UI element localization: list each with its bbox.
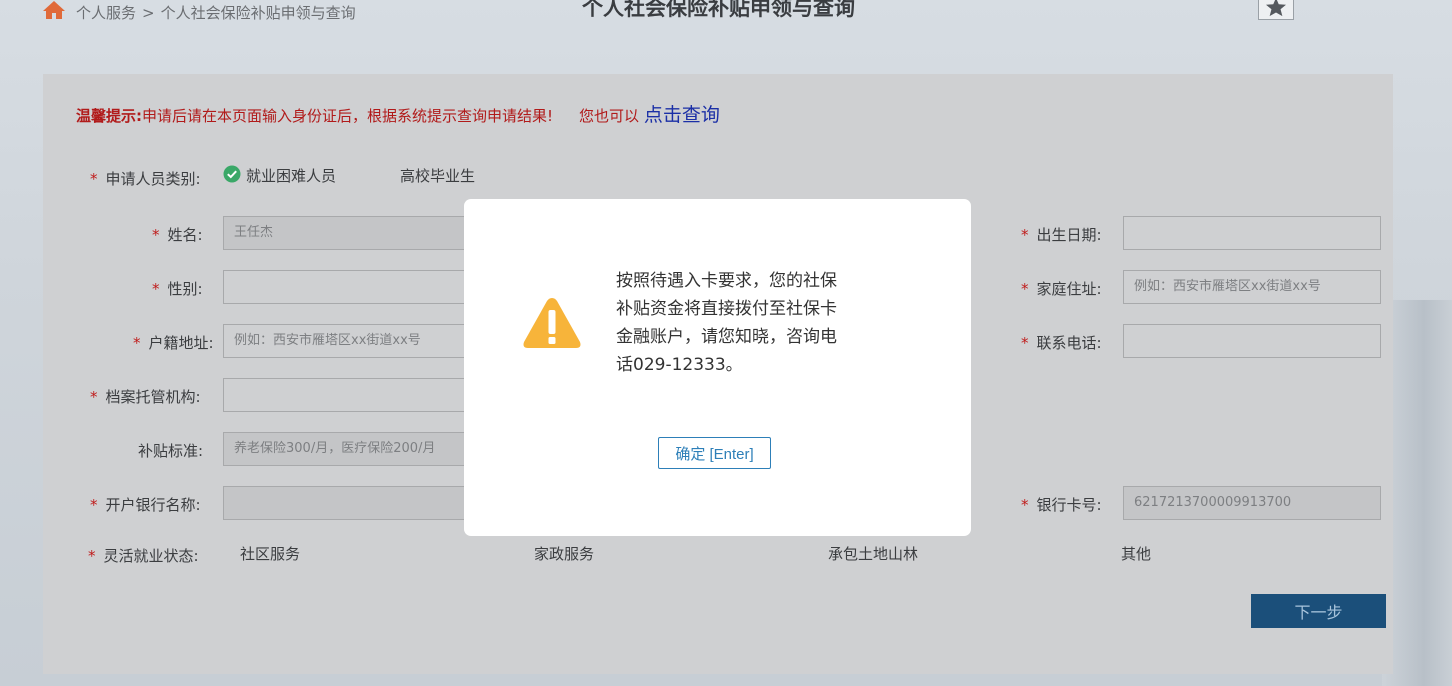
home-address-input[interactable]: 例如：西安市雁塔区xx街道xx号 <box>1123 270 1381 304</box>
applicant-type-option-difficult[interactable]: 就业困难人员 <box>246 165 336 186</box>
breadcrumb: 个人服务 > 个人社会保险补贴申领与查询 <box>76 2 356 23</box>
gender-label: * 性别: <box>152 280 203 298</box>
home-address-label: * 家庭住址: <box>1021 280 1102 298</box>
household-address-label: * 户籍地址: <box>133 334 214 352</box>
page-title: 个人社会保险补贴申领与查询 <box>582 0 855 20</box>
breadcrumb-current: 个人社会保险补贴申领与查询 <box>160 4 356 22</box>
confirm-button[interactable]: 确定 [Enter] <box>658 437 771 469</box>
employment-option-community[interactable]: 社区服务 <box>240 543 300 564</box>
gender-select[interactable] <box>223 270 468 304</box>
subsidy-label: 补贴标准: <box>138 442 204 460</box>
name-input[interactable]: 王任杰 <box>223 216 468 250</box>
home-icon[interactable] <box>42 0 66 20</box>
check-circle-icon[interactable] <box>223 165 241 183</box>
bank-name-label: * 开户银行名称: <box>90 496 201 514</box>
archive-org-label: * 档案托管机构: <box>90 388 201 406</box>
alert-dialog: 按照待遇入卡要求，您的社保 补贴资金将直接拨付至社保卡 金融账户，请您知晓，咨询… <box>464 199 971 536</box>
tip-bar: 温馨提示:申请后请在本页面输入身份证后，根据系统提示查询申请结果! 您也可以 点击… <box>76 100 720 127</box>
star-icon <box>1266 0 1286 16</box>
header: 个人服务 > 个人社会保险补贴申领与查询 个人社会保险补贴申领与查询 <box>0 0 1452 30</box>
breadcrumb-home[interactable]: 个人服务 <box>76 2 136 23</box>
query-link[interactable]: 点击查询 <box>644 104 720 126</box>
household-address-input[interactable]: 例如：西安市雁塔区xx街道xx号 <box>223 324 468 358</box>
phone-label: * 联系电话: <box>1021 334 1102 352</box>
next-button[interactable]: 下一步 <box>1251 594 1386 628</box>
bank-name-input[interactable] <box>223 486 468 520</box>
birth-date-input[interactable] <box>1123 216 1381 250</box>
name-label: * 姓名: <box>152 226 203 244</box>
breadcrumb-separator: > <box>142 4 155 22</box>
employment-option-other[interactable]: 其他 <box>1121 543 1151 564</box>
phone-input[interactable] <box>1123 324 1381 358</box>
applicant-type-option-graduate[interactable]: 高校毕业生 <box>400 165 475 186</box>
employment-option-land-contract[interactable]: 承包土地山林 <box>828 543 918 564</box>
tip-label: 温馨提示: <box>76 107 142 125</box>
dialog-message: 按照待遇入卡要求，您的社保 补贴资金将直接拨付至社保卡 金融账户，请您知晓，咨询… <box>616 267 866 379</box>
favorite-button[interactable] <box>1258 0 1294 20</box>
dialog-message-line: 补贴资金将直接拨付至社保卡 <box>616 299 837 319</box>
warning-triangle-icon <box>523 298 581 348</box>
dialog-message-line: 按照待遇入卡要求，您的社保 <box>616 271 837 291</box>
dialog-message-line: 话029-12333。 <box>616 355 743 375</box>
applicant-type-label: * 申请人员类别: <box>90 170 201 188</box>
employment-status-label: * 灵活就业状态: <box>88 547 199 565</box>
tip-extra: 您也可以 <box>579 107 640 125</box>
tip-text: 申请后请在本页面输入身份证后，根据系统提示查询申请结果! <box>142 107 554 125</box>
subsidy-input[interactable]: 养老保险300/月，医疗保险200/月 <box>223 432 468 466</box>
employment-option-housekeeping[interactable]: 家政服务 <box>534 543 594 564</box>
card-no-label: * 银行卡号: <box>1021 496 1102 514</box>
dialog-message-line: 金融账户，请您知晓，咨询电 <box>616 327 837 347</box>
birth-date-label: * 出生日期: <box>1021 226 1102 244</box>
archive-org-select[interactable] <box>223 378 468 412</box>
card-no-input[interactable]: 6217213700009913700 <box>1123 486 1381 520</box>
